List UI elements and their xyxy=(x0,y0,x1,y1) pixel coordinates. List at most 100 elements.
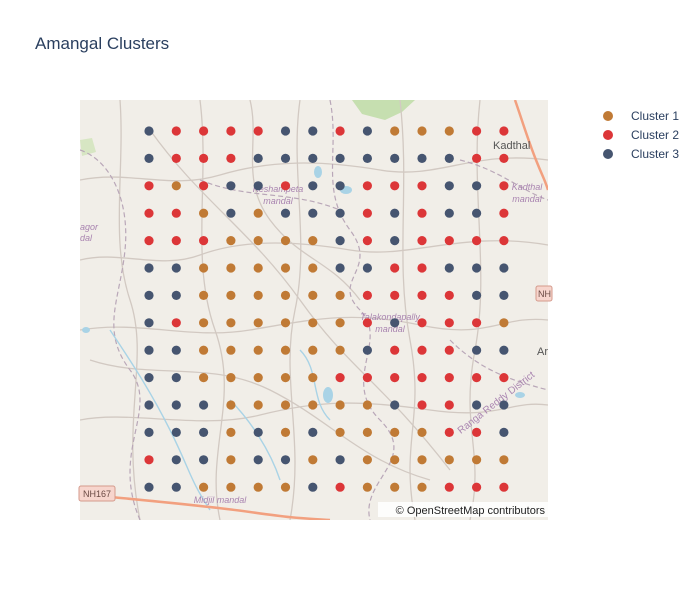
cluster-3-point[interactable] xyxy=(144,126,154,136)
cluster-1-point[interactable] xyxy=(226,345,236,355)
cluster-1-point[interactable] xyxy=(308,263,318,273)
cluster-3-point[interactable] xyxy=(444,153,454,163)
cluster-3-point[interactable] xyxy=(308,427,318,437)
cluster-2-point[interactable] xyxy=(199,181,209,191)
cluster-2-point[interactable] xyxy=(362,290,372,300)
cluster-3-point[interactable] xyxy=(335,208,345,218)
cluster-3-point[interactable] xyxy=(171,482,181,492)
cluster-1-point[interactable] xyxy=(199,290,209,300)
cluster-3-point[interactable] xyxy=(499,427,509,437)
cluster-2-point[interactable] xyxy=(362,181,372,191)
cluster-1-point[interactable] xyxy=(253,236,263,246)
cluster-1-point[interactable] xyxy=(199,263,209,273)
cluster-1-point[interactable] xyxy=(226,318,236,328)
cluster-3-point[interactable] xyxy=(390,208,400,218)
cluster-3-point[interactable] xyxy=(362,126,372,136)
cluster-1-point[interactable] xyxy=(253,345,263,355)
cluster-2-point[interactable] xyxy=(417,181,427,191)
cluster-3-point[interactable] xyxy=(444,263,454,273)
cluster-3-point[interactable] xyxy=(499,263,509,273)
cluster-3-point[interactable] xyxy=(280,126,291,136)
cluster-3-point[interactable] xyxy=(280,153,291,163)
cluster-1-point[interactable] xyxy=(417,482,427,492)
cluster-2-point[interactable] xyxy=(171,318,181,328)
cluster-1-point[interactable] xyxy=(226,290,236,300)
cluster-1-point[interactable] xyxy=(308,290,318,300)
cluster-2-point[interactable] xyxy=(472,236,482,246)
cluster-2-point[interactable] xyxy=(280,181,291,191)
cluster-2-point[interactable] xyxy=(499,153,509,163)
cluster-2-point[interactable] xyxy=(472,427,482,437)
cluster-3-point[interactable] xyxy=(308,153,318,163)
cluster-3-point[interactable] xyxy=(144,153,154,163)
cluster-1-point[interactable] xyxy=(226,373,236,383)
cluster-2-point[interactable] xyxy=(472,126,482,136)
cluster-2-point[interactable] xyxy=(417,236,427,246)
cluster-2-point[interactable] xyxy=(144,208,154,218)
cluster-1-point[interactable] xyxy=(444,126,454,136)
cluster-3-point[interactable] xyxy=(144,373,154,383)
cluster-1-point[interactable] xyxy=(199,345,209,355)
cluster-3-point[interactable] xyxy=(171,290,181,300)
cluster-1-point[interactable] xyxy=(390,126,400,136)
cluster-1-point[interactable] xyxy=(226,263,236,273)
cluster-2-point[interactable] xyxy=(417,345,427,355)
cluster-3-point[interactable] xyxy=(335,153,345,163)
cluster-1-point[interactable] xyxy=(253,373,263,383)
cluster-2-point[interactable] xyxy=(144,455,154,465)
cluster-3-point[interactable] xyxy=(253,427,263,437)
cluster-1-point[interactable] xyxy=(335,290,345,300)
cluster-2-point[interactable] xyxy=(444,236,454,246)
cluster-3-point[interactable] xyxy=(499,400,509,410)
cluster-2-point[interactable] xyxy=(499,373,509,383)
cluster-1-point[interactable] xyxy=(362,482,372,492)
cluster-3-point[interactable] xyxy=(362,153,372,163)
cluster-1-point[interactable] xyxy=(308,400,318,410)
cluster-1-point[interactable] xyxy=(362,427,372,437)
cluster-2-point[interactable] xyxy=(472,482,482,492)
cluster-1-point[interactable] xyxy=(417,126,427,136)
cluster-1-point[interactable] xyxy=(199,208,209,218)
cluster-2-point[interactable] xyxy=(417,400,427,410)
cluster-1-point[interactable] xyxy=(335,345,345,355)
cluster-2-point[interactable] xyxy=(362,318,372,328)
cluster-2-point[interactable] xyxy=(144,181,154,191)
cluster-3-point[interactable] xyxy=(335,181,345,191)
cluster-2-point[interactable] xyxy=(390,263,400,273)
cluster-2-point[interactable] xyxy=(390,345,400,355)
cluster-2-point[interactable] xyxy=(499,208,509,218)
legend-item-cluster-3[interactable]: Cluster 3 xyxy=(600,144,679,163)
cluster-3-point[interactable] xyxy=(390,153,400,163)
cluster-1-point[interactable] xyxy=(390,427,400,437)
cluster-2-point[interactable] xyxy=(499,181,509,191)
cluster-1-point[interactable] xyxy=(444,455,454,465)
cluster-2-point[interactable] xyxy=(390,181,400,191)
cluster-3-point[interactable] xyxy=(280,208,291,218)
cluster-1-point[interactable] xyxy=(280,482,291,492)
cluster-3-point[interactable] xyxy=(472,181,482,191)
cluster-3-point[interactable] xyxy=(444,181,454,191)
cluster-1-point[interactable] xyxy=(335,427,345,437)
cluster-3-point[interactable] xyxy=(253,455,263,465)
cluster-3-point[interactable] xyxy=(335,455,345,465)
cluster-2-point[interactable] xyxy=(171,236,181,246)
cluster-1-point[interactable] xyxy=(280,373,291,383)
cluster-1-point[interactable] xyxy=(335,318,345,328)
cluster-3-point[interactable] xyxy=(308,208,318,218)
cluster-1-point[interactable] xyxy=(280,345,291,355)
cluster-3-point[interactable] xyxy=(253,153,263,163)
cluster-2-point[interactable] xyxy=(444,427,454,437)
cluster-2-point[interactable] xyxy=(226,126,236,136)
cluster-3-point[interactable] xyxy=(144,290,154,300)
cluster-2-point[interactable] xyxy=(171,208,181,218)
legend-item-cluster-1[interactable]: Cluster 1 xyxy=(600,106,679,125)
cluster-2-point[interactable] xyxy=(444,400,454,410)
cluster-3-point[interactable] xyxy=(472,345,482,355)
cluster-2-point[interactable] xyxy=(362,373,372,383)
cluster-3-point[interactable] xyxy=(226,181,236,191)
cluster-2-point[interactable] xyxy=(417,318,427,328)
cluster-3-point[interactable] xyxy=(472,208,482,218)
cluster-1-point[interactable] xyxy=(226,482,236,492)
cluster-1-point[interactable] xyxy=(280,400,291,410)
cluster-1-point[interactable] xyxy=(308,345,318,355)
